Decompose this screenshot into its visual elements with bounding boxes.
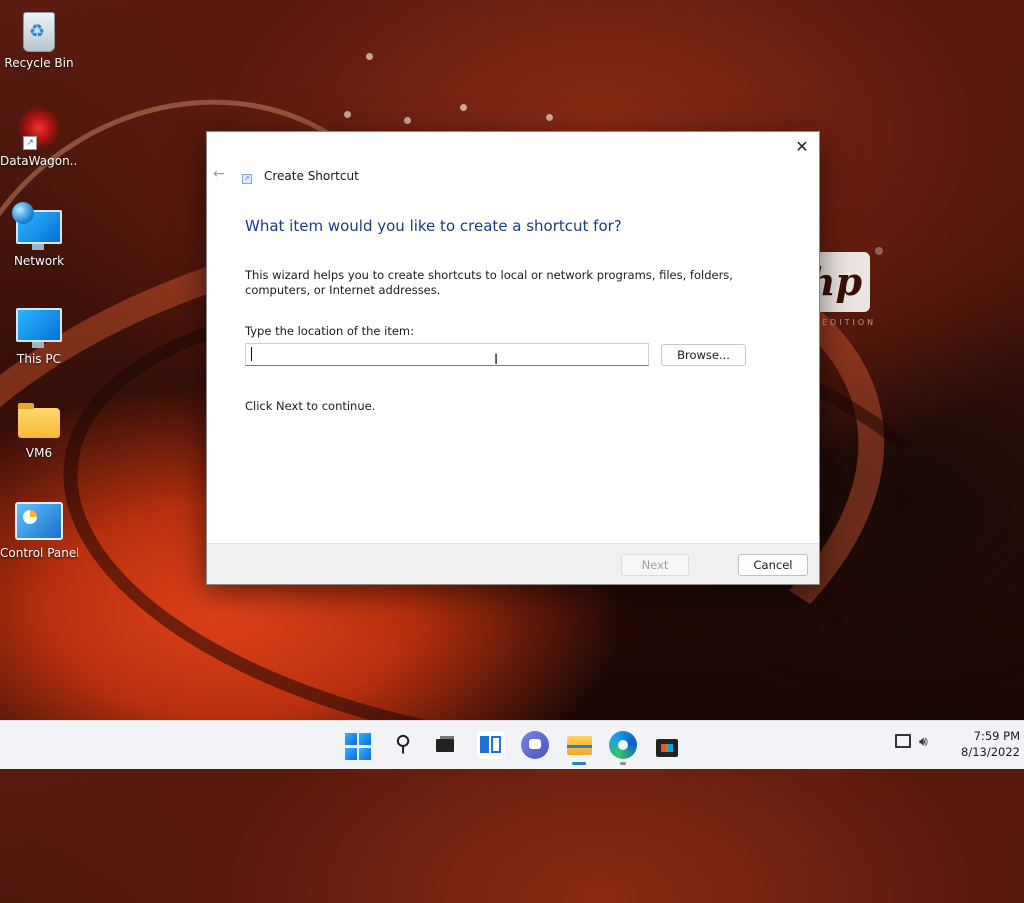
wallpaper-dot [366, 53, 373, 60]
desktop-icon-label: VM6 [25, 446, 53, 460]
taskbar: ⚲ [0, 720, 1024, 769]
wallpaper-dot [460, 104, 467, 111]
desktop-icon-vm6[interactable]: VM6 [0, 400, 78, 460]
volume-tray-icon[interactable]: 🔊︎ [919, 734, 928, 750]
close-button[interactable]: ✕ [789, 134, 815, 160]
shortcut-wizard-icon: ↗ [242, 174, 252, 184]
desktop-icon-recycle-bin[interactable]: Recycle Bin [0, 8, 78, 70]
dialog-title: Create Shortcut [264, 169, 359, 183]
search-icon[interactable]: ⚲ [389, 731, 417, 759]
control-panel-icon [15, 502, 63, 540]
network-icon [12, 202, 62, 250]
desktop-icon-label: This PC [17, 352, 61, 366]
running-app-indicator [620, 762, 626, 765]
network-tray-icon[interactable] [895, 734, 911, 748]
edge-icon[interactable] [609, 731, 637, 759]
wallpaper-dot [875, 247, 883, 255]
desktop-icon-label: Recycle Bin [4, 56, 74, 70]
desktop-icon-control-panel[interactable]: Control Panel [0, 498, 78, 560]
ibeam-cursor-icon: I [494, 352, 499, 368]
wizard-heading: What item would you like to create a sho… [245, 217, 622, 235]
location-input[interactable] [245, 343, 649, 366]
wallpaper-dot [344, 111, 351, 118]
desktop-icon-label: Control Panel [0, 546, 78, 560]
hp-edition-text: EDITION [822, 318, 877, 327]
this-pc-icon [16, 308, 62, 348]
file-explorer-icon[interactable] [565, 731, 593, 759]
chat-icon[interactable] [521, 731, 549, 759]
text-caret [251, 347, 252, 361]
desktop-icon-label: Network [13, 254, 65, 268]
folder-icon [18, 403, 60, 438]
next-button[interactable]: Next [621, 554, 689, 576]
recycle-bin-icon [23, 12, 55, 52]
wizard-description: This wizard helps you to create shortcut… [245, 268, 733, 297]
cancel-button[interactable]: Cancel [738, 554, 808, 576]
wallpaper-dot [546, 114, 553, 121]
desktop-icon-network[interactable]: Network [0, 202, 78, 268]
widgets-icon[interactable] [477, 731, 505, 759]
task-view-icon[interactable] [431, 731, 459, 759]
location-label: Type the location of the item: [245, 324, 415, 338]
continue-hint: Click Next to continue. [245, 399, 376, 413]
active-app-indicator [572, 762, 586, 765]
browse-button[interactable]: Browse... [661, 344, 746, 366]
back-arrow-icon[interactable]: ← [213, 166, 225, 182]
globe-icon [12, 202, 34, 224]
desktop-icon-this-pc[interactable]: This PC [0, 302, 78, 366]
dialog-footer: Next Cancel [207, 543, 819, 584]
clock-date: 8/13/2022 [961, 745, 1020, 759]
clock-time: 7:59 PM [973, 729, 1020, 743]
taskbar-clock[interactable]: 7:59 PM 8/13/2022 [936, 728, 1020, 760]
shortcut-arrow-icon: ↗ [23, 136, 37, 150]
wallpaper-dot [404, 117, 411, 124]
create-shortcut-dialog: ✕ ← ↗ Create Shortcut What item would yo… [206, 131, 820, 585]
desktop-icon-datawagon[interactable]: ↗ DataWagon... [0, 106, 78, 168]
start-icon[interactable] [345, 733, 373, 761]
datawagon-shortcut-icon: ↗ [17, 106, 61, 150]
desktop-icon-label: DataWagon... [0, 154, 78, 168]
store-icon[interactable] [653, 731, 681, 759]
